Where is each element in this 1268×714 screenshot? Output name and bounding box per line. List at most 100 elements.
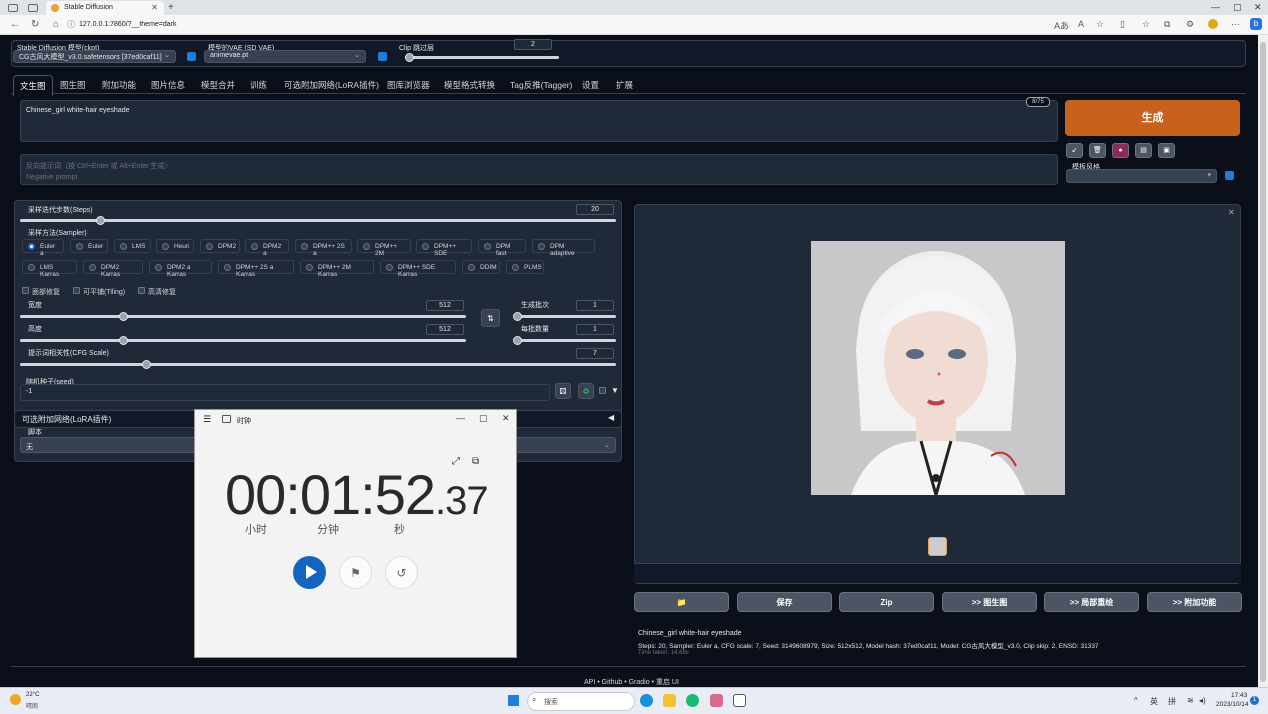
negative-prompt-input[interactable]: 反向提示词（按 Ctrl+Enter 或 Alt+Enter 生成） Negat… [20, 154, 1058, 185]
minimize-icon[interactable]: — [1211, 2, 1220, 12]
collections-icon[interactable]: ⧉ [1164, 19, 1170, 30]
weather-sun-icon[interactable] [10, 694, 21, 705]
extensions-icon[interactable]: ⚙ [1186, 19, 1194, 30]
send-to-inpaint-button[interactable]: >> 局部重绘 [1044, 592, 1139, 612]
tab-convert[interactable]: 模型格式转换 [440, 77, 499, 93]
width-thumb[interactable] [119, 312, 128, 321]
browser-tab[interactable]: Stable Diffusion ✕ [46, 1, 164, 15]
tab-gallery[interactable]: 图库浏览器 [383, 77, 434, 93]
sampler-dpm2[interactable]: DPM2 [200, 239, 240, 253]
more-icon[interactable]: ··· [1231, 19, 1240, 29]
generated-image[interactable] [811, 241, 1065, 495]
cfg-track[interactable] [20, 363, 616, 366]
profile-avatar[interactable] [1208, 19, 1218, 29]
sampler-dpm2-karras[interactable]: DPM2 Karras [83, 260, 143, 278]
notification-badge[interactable]: 1 [1250, 696, 1259, 705]
tab-extras[interactable]: 附加功能 [98, 77, 140, 93]
windows-start-icon[interactable] [508, 695, 519, 706]
generate-button[interactable]: 生成 [1065, 100, 1240, 136]
tray-date[interactable]: 2023/10/14 [1216, 701, 1249, 708]
play-button[interactable] [293, 556, 326, 589]
clip-value[interactable]: 2 [514, 39, 552, 50]
close-window-icon[interactable]: ✕ [1254, 2, 1262, 13]
ime-lang[interactable]: 英 [1150, 696, 1158, 707]
github-link[interactable]: Github [602, 679, 623, 686]
reuse-seed-icon[interactable]: ♻ [578, 383, 594, 399]
tray-time[interactable]: 17:43 [1231, 692, 1247, 699]
refresh-vae-icon[interactable] [378, 52, 387, 61]
batch-size-track[interactable] [515, 339, 616, 342]
batch-count-track[interactable] [515, 315, 616, 318]
read-aloud-icon[interactable]: A [1078, 19, 1084, 29]
zip-button[interactable]: Zip [839, 592, 934, 612]
random-seed-icon[interactable]: ⚄ [555, 383, 571, 399]
maximize-icon[interactable]: ▢ [479, 413, 488, 424]
steps-input[interactable]: 20 [576, 204, 614, 215]
tab-png-info[interactable]: 图片信息 [147, 77, 189, 93]
sampler-lms[interactable]: LMS [114, 239, 151, 253]
url-field[interactable]: 127.0.0.1:7860/?__theme=dark [79, 18, 279, 32]
trash-icon[interactable]: 🗑 [1089, 143, 1106, 158]
save-style-icon[interactable]: ▣ [1158, 143, 1175, 158]
sampler-euler[interactable]: Euler [70, 239, 108, 253]
steps-track[interactable] [20, 219, 616, 222]
sampler-euler-a[interactable]: Euler a [22, 239, 64, 257]
tab-tagger[interactable]: Tag反推(Tagger) [506, 77, 576, 93]
open-folder-icon[interactable]: 📁 [634, 592, 729, 612]
prompt-input[interactable]: Chinese_girl white-hair eyeshade [20, 100, 1058, 142]
translate-icon[interactable]: Aあ [1054, 19, 1069, 32]
refresh-styles-icon[interactable] [1225, 171, 1234, 180]
tab-txt2img[interactable]: 文生图 [13, 75, 53, 96]
volume-icon[interactable]: ◂) [1199, 696, 1206, 705]
reload-icon[interactable]: ↻ [31, 19, 39, 30]
tab-train[interactable]: 训练 [246, 77, 271, 93]
edge-icon[interactable] [640, 694, 653, 707]
close-icon[interactable]: ✕ [502, 413, 510, 424]
tray-chevron-icon[interactable]: ^ [1134, 696, 1138, 705]
batch-count-thumb[interactable] [513, 312, 522, 321]
clip-slider-track[interactable] [405, 56, 559, 59]
sampler-dpm-adaptive[interactable]: DPM adaptive [532, 239, 595, 257]
send-to-img2img-button[interactable]: >> 图生图 [942, 592, 1037, 612]
batch-size-input[interactable]: 1 [576, 324, 614, 335]
cfg-input[interactable]: 7 [576, 348, 614, 359]
steps-thumb[interactable] [96, 216, 105, 225]
wifi-icon[interactable]: ≋ [1187, 696, 1194, 705]
hires-fix-checkbox[interactable]: 高清修复 [138, 287, 176, 297]
bing-icon[interactable]: b [1250, 18, 1262, 30]
api-link[interactable]: API [584, 679, 595, 686]
read-params-icon[interactable]: ↙ [1066, 143, 1083, 158]
new-tab-icon[interactable]: + [168, 2, 174, 13]
sampler-ddim[interactable]: DDIM [462, 260, 500, 274]
clock-taskbar-icon[interactable] [733, 694, 746, 707]
batch-count-input[interactable]: 1 [576, 300, 614, 311]
extra-toggle-icon[interactable]: ▼ [611, 386, 619, 395]
sampler-dpmpp-sde[interactable]: DPM++ SDE [416, 239, 472, 257]
sampler-plms[interactable]: PLMS [506, 260, 544, 274]
tab-img2img[interactable]: 图生图 [56, 77, 90, 93]
sampler-dpm2-a[interactable]: DPM2 a [245, 239, 289, 257]
apply-style-icon[interactable]: ▤ [1135, 143, 1152, 158]
height-thumb[interactable] [119, 336, 128, 345]
sampler-dpmpp-2s-a-karras[interactable]: DPM++ 2S a Karras [218, 260, 294, 278]
hamburger-icon[interactable]: ☰ [203, 414, 211, 425]
maximize-icon[interactable]: ▢ [1233, 2, 1242, 13]
collapse-icon[interactable]: ◀ [608, 413, 614, 422]
reset-icon[interactable]: ↺ [385, 556, 418, 589]
sampler-dpm-fast[interactable]: DPM fast [478, 239, 526, 257]
sampler-heun[interactable]: Heun [156, 239, 194, 253]
minimize-icon[interactable]: — [456, 413, 465, 423]
swap-dimensions-icon[interactable]: ⇅ [481, 309, 500, 327]
ckpt-select[interactable]: CG古风大模型_v3.0.safetensors [37ed0caf11] ⌄ [13, 50, 176, 63]
restore-faces-checkbox[interactable]: 面部修复 [22, 287, 60, 297]
gradio-link[interactable]: Gradio [629, 679, 650, 686]
sampler-dpm2-a-karras[interactable]: DPM2 a Karras [149, 260, 212, 278]
explorer-icon[interactable] [663, 694, 676, 707]
tiling-checkbox[interactable]: 可平铺(Tiling) [73, 287, 125, 297]
height-input[interactable]: 512 [426, 324, 464, 335]
height-track[interactable] [20, 339, 466, 342]
clip-slider-thumb[interactable] [405, 53, 414, 62]
gallery-thumbnail[interactable] [928, 537, 947, 556]
info-icon[interactable]: ⓘ [67, 19, 75, 30]
lap-flag-icon[interactable]: ⚑ [339, 556, 372, 589]
